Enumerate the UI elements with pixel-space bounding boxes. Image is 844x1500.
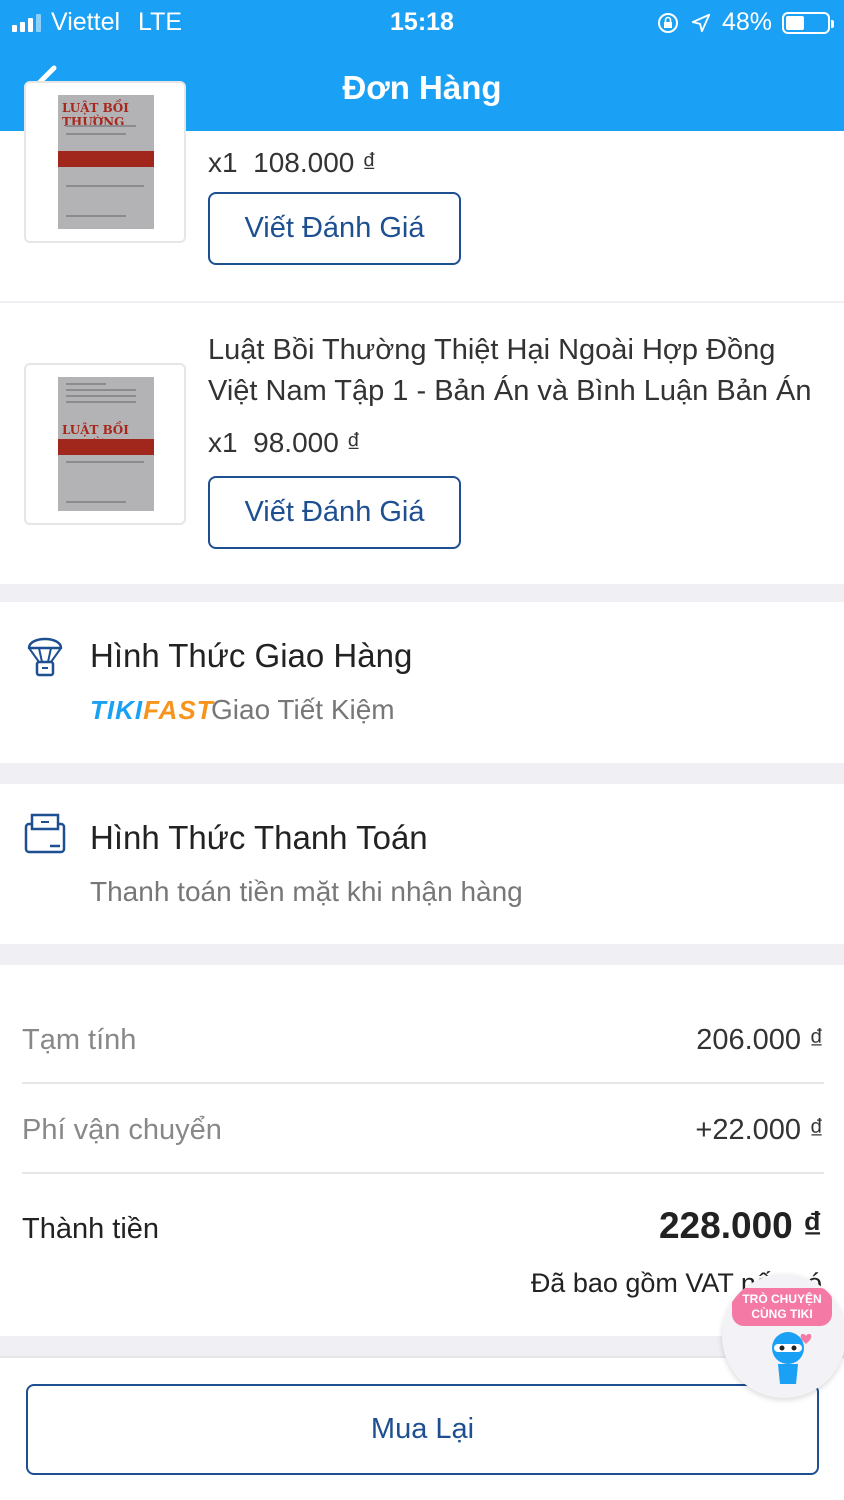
payment-method: Thanh toán tiền mặt khi nhận hàng	[90, 876, 523, 907]
divider	[22, 1172, 824, 1174]
rebuy-button[interactable]: Mua Lại	[26, 1384, 819, 1475]
order-summary: Tạm tính 206.000 ₫ Phí vận chuyển +22.00…	[0, 965, 844, 1336]
write-review-button[interactable]: Viết Đánh Giá	[208, 476, 461, 549]
item-price: 98.000 ₫	[253, 427, 361, 458]
write-review-button[interactable]: Viết Đánh Giá	[208, 192, 461, 265]
parachute-box-icon	[27, 637, 63, 677]
total-value: 228.000 ₫	[658, 1205, 822, 1246]
shipping-method: Giao Tiết Kiệm	[211, 694, 395, 725]
product-title[interactable]: Luật Bồi Thường Thiệt Hại Ngoài Hợp Đồng…	[208, 330, 828, 412]
payment-method-section: Hình Thức Thanh Toán Thanh toán tiền mặt…	[0, 784, 844, 944]
chat-label-line1: TRÒ CHUYỆN	[742, 1292, 822, 1306]
chat-label-line2: CÙNG TIKI	[751, 1307, 813, 1321]
payment-title: Hình Thức Thanh Toán	[90, 819, 428, 856]
product-thumbnail[interactable]: LUẬT BỒI THƯỜNG	[24, 81, 186, 243]
shipping-title: Hình Thức Giao Hàng	[90, 637, 413, 674]
subtotal-label: Tạm tính	[22, 1024, 137, 1056]
divider	[22, 1082, 824, 1084]
cash-icon	[24, 813, 66, 854]
bottom-bar: Mua Lại	[0, 1356, 844, 1500]
status-bar: Viettel LTE 15:18 48%	[0, 6, 844, 38]
logo-fast-text: FAST	[143, 695, 214, 725]
tikifast-logo: TIKIFAST	[90, 695, 214, 726]
shipping-fee-label: Phí vận chuyển	[22, 1114, 222, 1146]
order-item: LUẬT BỒI THƯỜNG Luật Bồi Thường Thiệt Hạ…	[0, 303, 844, 584]
book-cover-image: LUẬT BỒI THƯỜNG	[58, 377, 154, 511]
product-thumbnail[interactable]: LUẬT BỒI THƯỜNG	[24, 363, 186, 525]
book-cover-image: LUẬT BỒI THƯỜNG	[58, 95, 154, 229]
tiki-mascot-icon	[772, 1332, 812, 1384]
subtotal-value: 206.000 ₫	[696, 1024, 824, 1056]
item-qty-price: x1 108.000 ₫	[208, 147, 377, 179]
item-qty-price: x1 98.000 ₫	[208, 427, 361, 459]
item-price: 108.000 ₫	[253, 147, 377, 178]
battery-icon	[782, 11, 834, 34]
total-label: Thành tiền	[22, 1213, 160, 1245]
item-qty: x1	[208, 427, 238, 458]
logo-tiki-text: TIKI	[90, 695, 144, 725]
chat-with-tiki-button[interactable]: TRÒ CHUYỆN CÙNG TIKI	[722, 1274, 844, 1398]
item-qty: x1	[208, 147, 238, 178]
battery-percent: 48%	[721, 8, 772, 36]
chat-bubble: TRÒ CHUYỆN CÙNG TIKI	[732, 1288, 832, 1326]
order-item: LUẬT BỒI THƯỜNG x1 108.000 ₫ Viết Đánh G…	[0, 81, 844, 301]
shipping-method-section: Hình Thức Giao Hàng TIKIFAST Giao Tiết K…	[0, 602, 844, 763]
shipping-fee-value: +22.000 ₫	[695, 1114, 824, 1146]
rotation-lock-icon	[657, 12, 678, 33]
location-arrow-icon	[691, 13, 711, 32]
